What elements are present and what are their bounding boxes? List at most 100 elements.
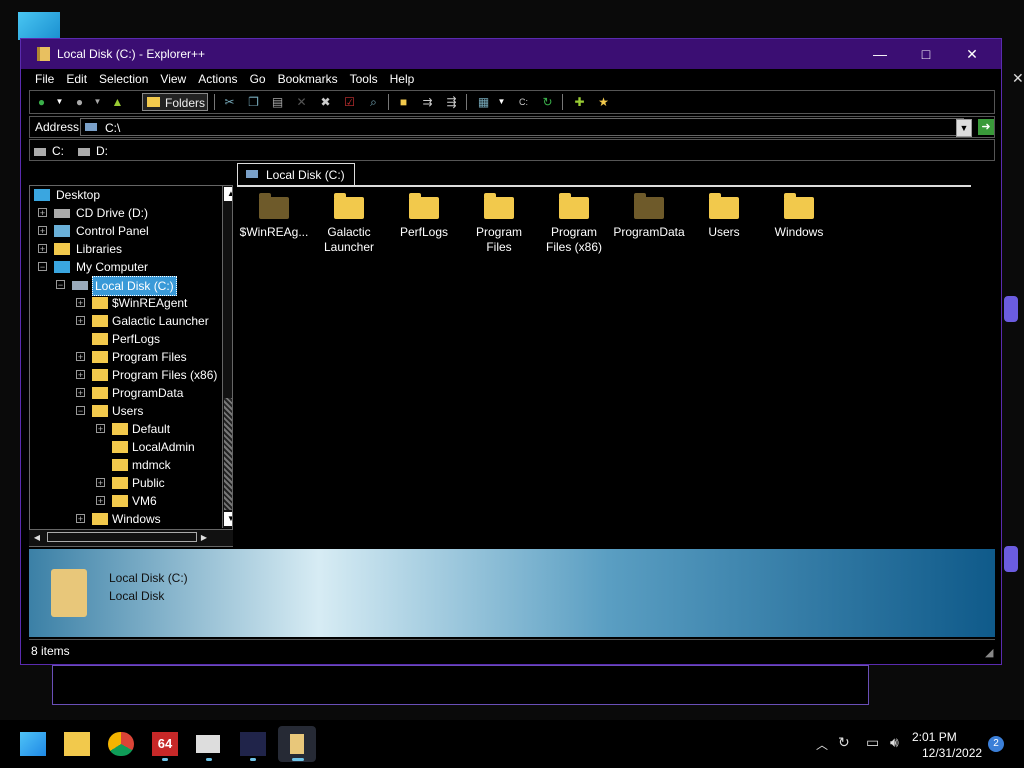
copy-icon[interactable]: ❐ [246,95,261,109]
move-to-icon[interactable]: ⇶ [444,95,459,109]
menu-actions[interactable]: Actions [192,70,243,88]
background-close-icon[interactable]: ✕ [1012,70,1024,87]
file-item[interactable]: PerfLogs [387,193,461,240]
expand-icon[interactable]: + [38,208,47,218]
delete-icon[interactable]: ✕ [294,95,309,109]
minimize-button[interactable]: — [857,39,903,69]
app-64-icon[interactable]: 64 [152,732,178,756]
maximize-button[interactable]: □ [903,39,949,69]
scroll-right-icon[interactable]: ▶ [197,531,211,545]
folders-button[interactable]: Folders [142,93,208,111]
menu-selection[interactable]: Selection [93,70,154,88]
expand-icon[interactable]: + [76,370,85,380]
menu-view[interactable]: View [154,70,192,88]
network-icon[interactable]: ▭ [866,734,879,751]
file-item[interactable]: Program Files (x86) [537,193,611,255]
copy-to-icon[interactable]: ⇉ [420,95,435,109]
folder-tree[interactable]: Desktop + CD Drive (D:) + Control Panel … [29,185,233,547]
address-input[interactable]: C:\ [80,118,964,136]
folder-icon [147,97,160,107]
close-button[interactable]: ✕ [949,39,995,69]
expand-icon[interactable]: + [38,226,47,236]
menu-bookmarks[interactable]: Bookmarks [272,70,344,88]
back-dropdown-icon[interactable]: ▼ [52,95,67,109]
cut-icon[interactable]: ✂ [222,95,237,109]
refresh-icon[interactable]: ↻ [540,95,555,109]
folder-icon [112,459,128,471]
drive-d-button[interactable]: D: [78,144,108,158]
expand-icon[interactable]: + [96,496,105,506]
expand-icon[interactable]: + [76,514,85,524]
chrome-icon[interactable] [108,732,134,756]
file-item[interactable]: Galactic Launcher [312,193,386,255]
clock-date[interactable]: 12/31/2022 [922,746,982,760]
forward-icon[interactable]: ● [72,95,87,109]
tab-local-disk-c[interactable]: Local Disk (C:) [237,163,355,185]
command-prompt-icon[interactable]: C: [516,95,531,109]
views-dropdown-icon[interactable]: ▼ [494,95,509,109]
sync-icon[interactable]: ↻ [838,734,850,751]
expand-icon[interactable]: + [76,352,85,362]
galactic-launcher-icon[interactable] [240,732,266,756]
start-icon[interactable] [20,732,46,756]
scroll-up-icon[interactable]: ▲ [224,187,232,201]
tree-horizontal-scrollbar[interactable]: ◀ ▶ [29,529,233,546]
expand-icon[interactable]: + [76,298,85,308]
notification-badge[interactable]: 2 [988,736,1004,752]
clock-time[interactable]: 2:01 PM [912,730,957,744]
add-bookmark-icon[interactable]: ✚ [572,95,587,109]
back-icon[interactable]: ● [34,95,49,109]
folder-icon [290,734,304,754]
file-item[interactable]: Program Files [462,193,536,255]
file-item[interactable]: Windows [762,193,836,240]
paste-icon[interactable]: ▤ [270,95,285,109]
collapse-icon[interactable]: − [76,406,85,416]
explorerpp-taskbar-button[interactable] [278,726,316,762]
tree-vertical-scrollbar[interactable]: ▲ ▼ [222,186,232,528]
menu-tools[interactable]: Tools [344,70,384,88]
menu-go[interactable]: Go [244,70,272,88]
desktop-icon[interactable] [18,12,60,40]
file-item[interactable]: ProgramData [612,193,686,240]
collapse-icon[interactable]: − [38,262,47,272]
scroll-thumb[interactable] [224,398,232,510]
collapse-icon[interactable]: − [56,280,65,290]
folder-icon [112,477,128,489]
expand-icon[interactable]: + [76,388,85,398]
folder-icon [559,193,589,219]
menu-file[interactable]: File [29,70,60,88]
file-item[interactable]: Users [687,193,761,240]
address-dropdown-icon[interactable]: ▼ [956,119,972,137]
resize-grip-icon[interactable]: ◢ [985,646,993,659]
file-explorer-icon[interactable] [64,732,90,756]
properties-icon[interactable]: ☑ [342,95,357,109]
menu-edit[interactable]: Edit [60,70,93,88]
search-icon[interactable]: ⌕ [366,95,381,109]
expand-icon[interactable]: + [96,478,105,488]
scroll-left-icon[interactable]: ◀ [30,531,44,545]
folder-icon [334,193,364,219]
menu-help[interactable]: Help [384,70,421,88]
expand-icon[interactable]: + [96,424,105,434]
taskbar: 64 ︿ ↻ ▭ 🔊︎ 2:01 PM 12/31/2022 2 [0,720,1024,768]
drive-c-button[interactable]: C: [34,144,64,158]
volume-icon[interactable]: 🔊︎ [890,734,899,751]
mail-icon[interactable] [196,735,220,753]
expand-icon[interactable]: + [76,316,85,326]
bookmarks-icon[interactable]: ★ [596,95,611,109]
up-folder-icon[interactable]: ▲ [110,95,125,109]
forward-dropdown-icon[interactable]: ▼ [90,95,105,109]
new-folder-icon[interactable]: ■ [396,95,411,109]
expand-icon[interactable]: + [38,244,47,254]
chevron-up-icon[interactable]: ︿ [816,736,828,753]
scroll-down-icon[interactable]: ▼ [224,512,232,526]
folder-icon [112,495,128,507]
scroll-thumb[interactable] [47,532,197,542]
file-item[interactable]: $WinREAg... [237,193,311,240]
delete-permanent-icon[interactable]: ✖ [318,95,333,109]
title-bar[interactable]: Local Disk (C:) - Explorer++ — □ ✕ [21,39,1001,69]
views-icon[interactable]: ▦ [476,95,491,109]
address-label: Address [35,120,80,134]
go-button[interactable]: ➜ [978,119,994,135]
address-value: C:\ [105,121,121,135]
